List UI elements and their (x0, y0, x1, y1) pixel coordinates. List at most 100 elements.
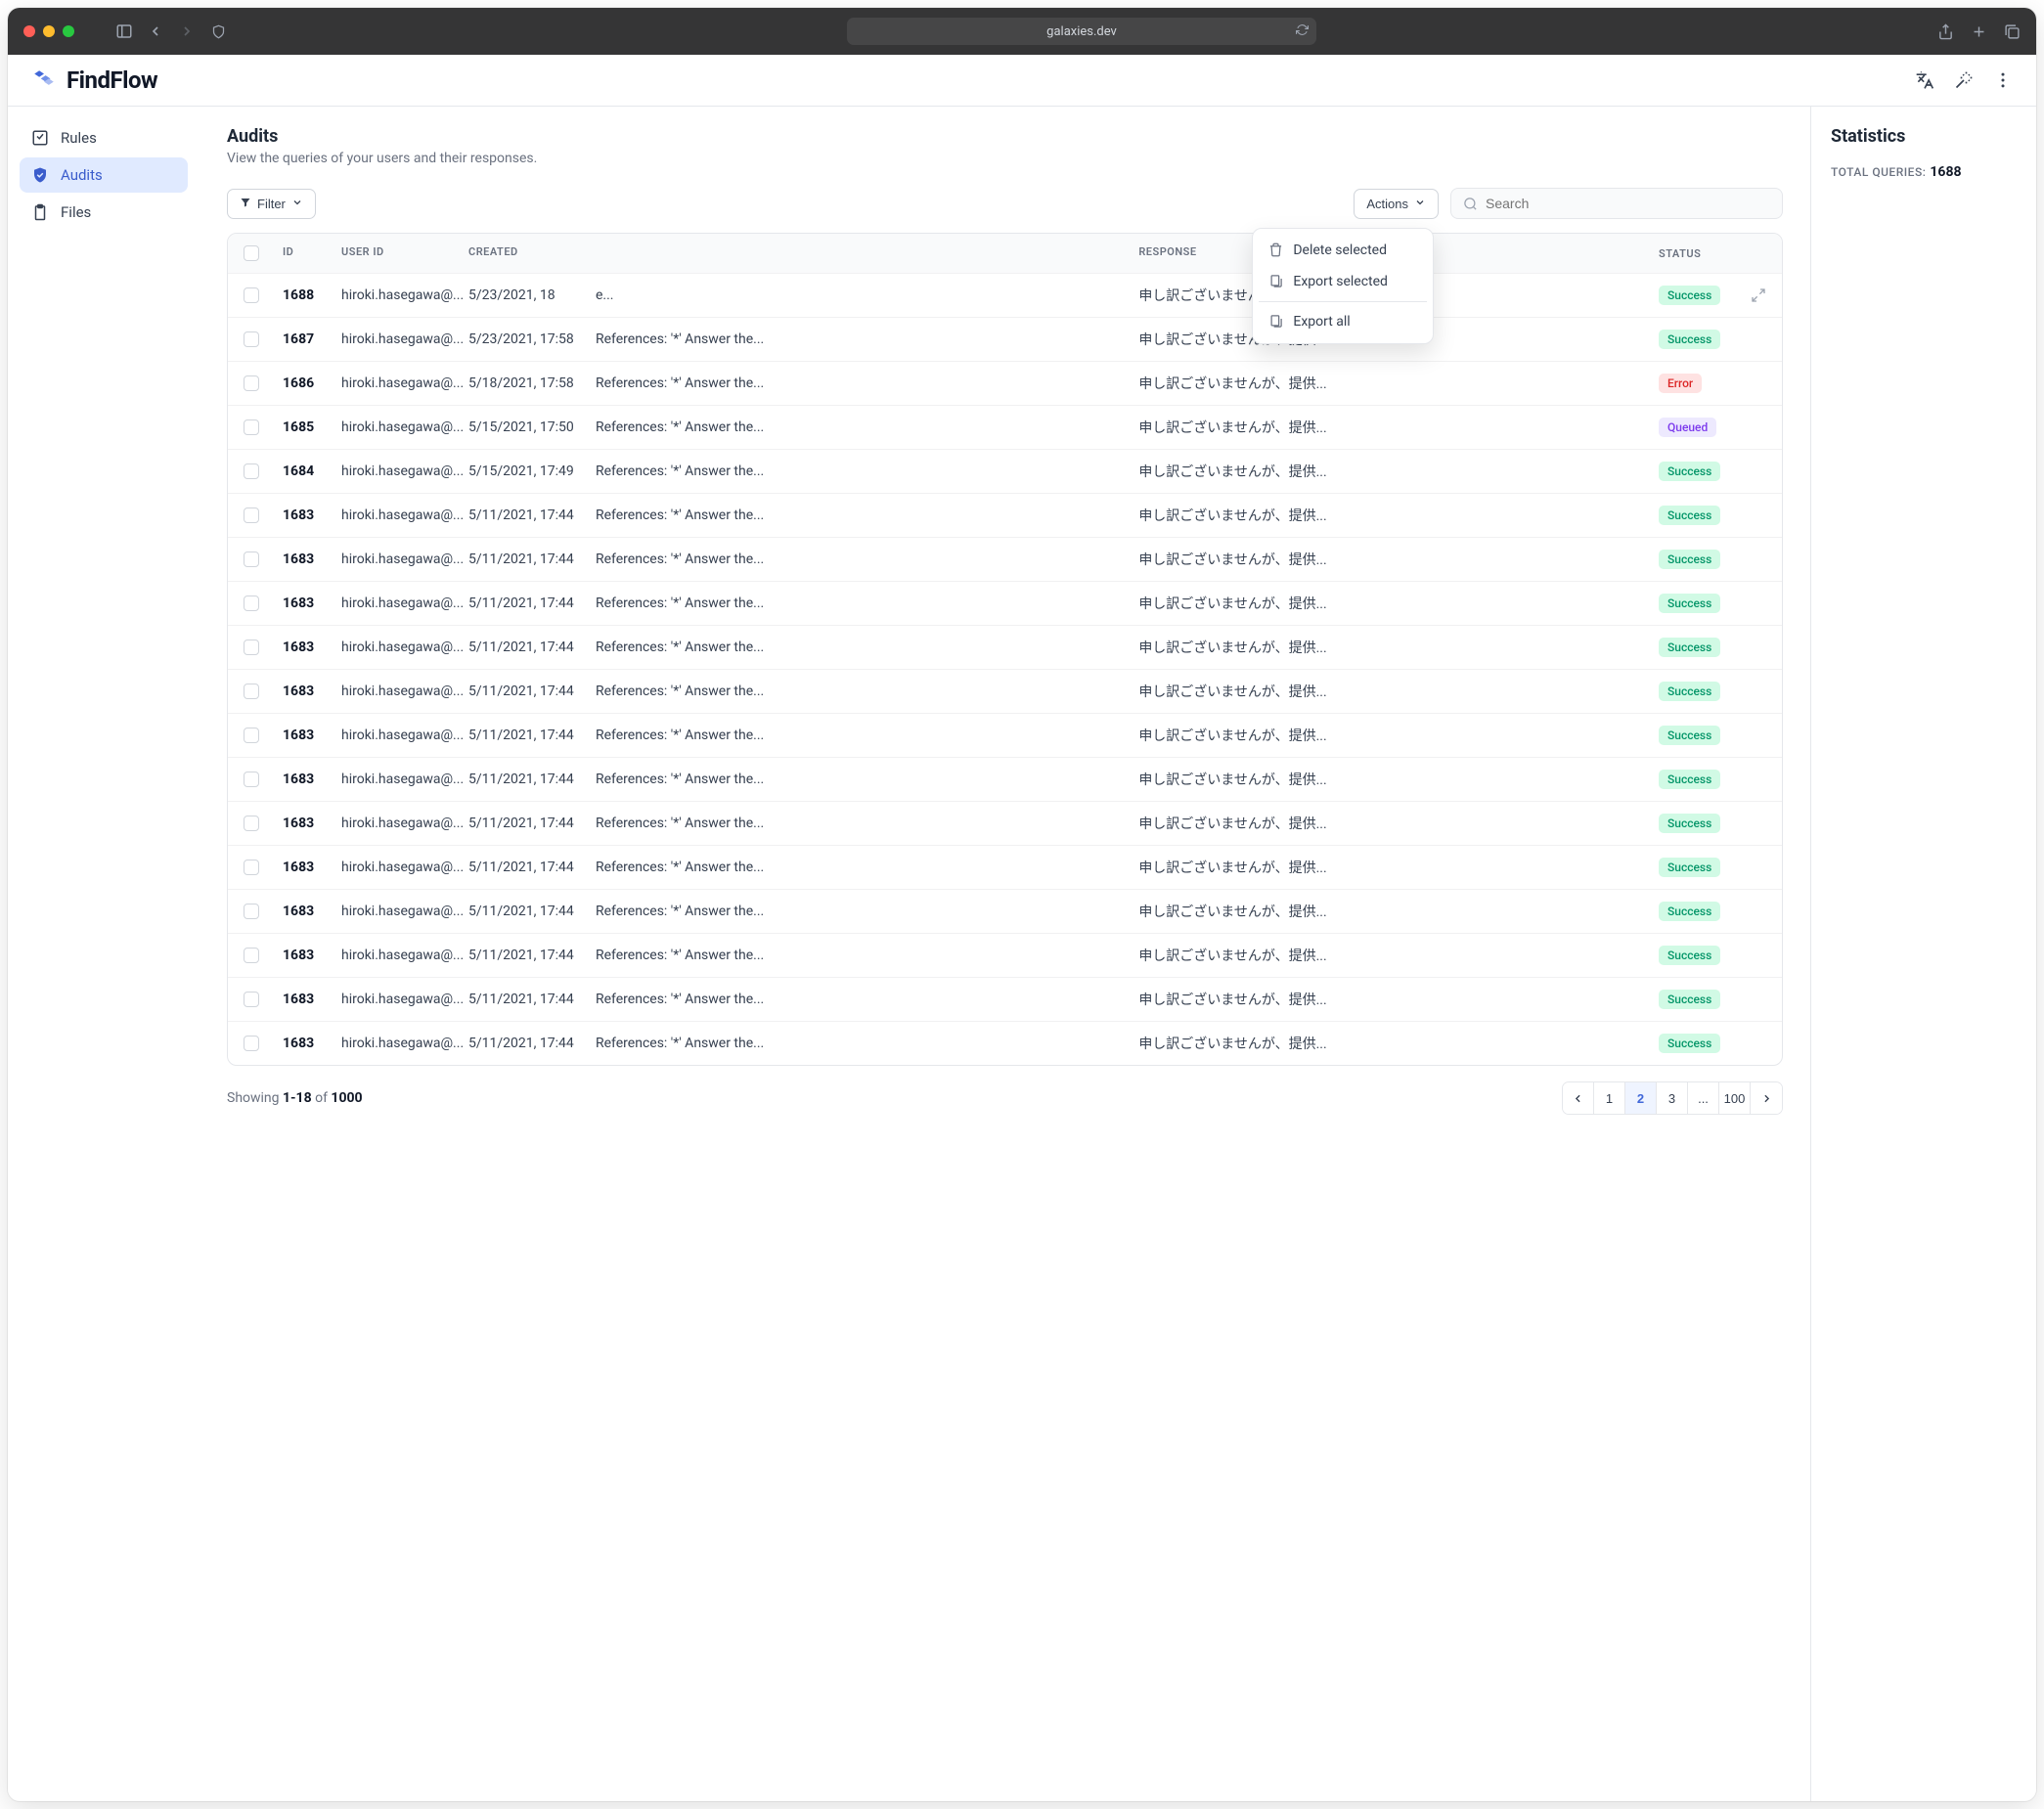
back-button[interactable] (147, 22, 164, 40)
search-input[interactable] (1486, 196, 1770, 211)
cell-id: 1688 (283, 287, 341, 303)
cell-prompt: References: '*' Answer the... (596, 596, 1138, 611)
cell-status: Queued (1659, 418, 1766, 437)
table-row[interactable]: 1683 hiroki.hasegawa@... 5/11/2021, 17:4… (228, 977, 1782, 1021)
column-header-prompt[interactable] (596, 245, 1138, 261)
table-row[interactable]: 1683 hiroki.hasegawa@... 5/11/2021, 17:4… (228, 1021, 1782, 1065)
status-badge: Queued (1659, 418, 1716, 437)
pagination-page-1[interactable]: 1 (1594, 1082, 1625, 1114)
row-checkbox[interactable] (244, 684, 259, 699)
export-icon (1268, 314, 1283, 329)
table-row[interactable]: 1683 hiroki.hasegawa@... 5/11/2021, 17:4… (228, 933, 1782, 977)
row-checkbox[interactable] (244, 640, 259, 655)
table-header: ID USER ID CREATED RESPONSE STATUS (228, 234, 1782, 273)
dropdown-item-export-selected[interactable]: Export selected (1259, 266, 1427, 297)
shield-privacy-icon[interactable] (209, 22, 227, 40)
table-row[interactable]: 1683 hiroki.hasegawa@... 5/11/2021, 17:4… (228, 669, 1782, 713)
table-row[interactable]: 1683 hiroki.hasegawa@... 5/11/2021, 17:4… (228, 713, 1782, 757)
more-vertical-icon[interactable] (1993, 70, 2013, 90)
row-checkbox[interactable] (244, 287, 259, 303)
cell-response: 申し訳ございませんが、提供... (1138, 1034, 1659, 1053)
close-window-button[interactable] (23, 25, 35, 37)
table-row[interactable]: 1688 hiroki.hasegawa@... 5/23/2021, 18 e… (228, 273, 1782, 317)
expand-icon[interactable] (1751, 287, 1766, 303)
row-checkbox[interactable] (244, 728, 259, 743)
pagination-page-3[interactable]: 3 (1657, 1082, 1688, 1114)
status-badge: Success (1659, 682, 1720, 701)
forward-button[interactable] (178, 22, 196, 40)
row-checkbox[interactable] (244, 596, 259, 611)
actions-button[interactable]: Actions (1354, 189, 1439, 219)
table-row[interactable]: 1683 hiroki.hasegawa@... 5/11/2021, 17:4… (228, 757, 1782, 801)
row-checkbox[interactable] (244, 904, 259, 919)
table-row[interactable]: 1684 hiroki.hasegawa@... 5/15/2021, 17:4… (228, 449, 1782, 493)
table-row[interactable]: 1685 hiroki.hasegawa@... 5/15/2021, 17:5… (228, 405, 1782, 449)
cell-created: 5/11/2021, 17:44 (468, 1036, 596, 1051)
row-checkbox[interactable] (244, 1036, 259, 1051)
search-box[interactable] (1450, 188, 1783, 219)
cell-created: 5/11/2021, 17:44 (468, 860, 596, 875)
dropdown-item-label: Export all (1293, 314, 1350, 330)
pagination-prev[interactable] (1563, 1082, 1594, 1114)
maximize-window-button[interactable] (63, 25, 74, 37)
cell-prompt: References: '*' Answer the... (596, 419, 1138, 435)
row-checkbox[interactable] (244, 375, 259, 391)
row-checkbox[interactable] (244, 419, 259, 435)
cell-status: Success (1659, 462, 1766, 481)
sidebar-item-audits[interactable]: Audits (20, 157, 188, 193)
refresh-icon[interactable] (1296, 23, 1309, 40)
dropdown-item-export-all[interactable]: Export all (1259, 306, 1427, 337)
sidebar-item-rules[interactable]: Rules (20, 120, 188, 155)
page-subtitle: View the queries of your users and their… (227, 151, 1783, 166)
status-badge: Success (1659, 594, 1720, 613)
table-row[interactable]: 1683 hiroki.hasegawa@... 5/11/2021, 17:4… (228, 581, 1782, 625)
cell-response: 申し訳ございませんが、提供... (1138, 902, 1659, 921)
filter-button[interactable]: Filter (227, 189, 316, 219)
column-header-status[interactable]: STATUS (1659, 245, 1766, 261)
cell-response: 申し訳ございませんが、提供... (1138, 506, 1659, 525)
sidebar-item-files[interactable]: Files (20, 195, 188, 230)
table-row[interactable]: 1687 hiroki.hasegawa@... 5/23/2021, 17:5… (228, 317, 1782, 361)
tabs-overview-icon[interactable] (2003, 22, 2021, 40)
minimize-window-button[interactable] (43, 25, 55, 37)
row-checkbox[interactable] (244, 992, 259, 1007)
column-header-id[interactable]: ID (283, 245, 341, 261)
pagination-page-...[interactable]: ... (1688, 1082, 1719, 1114)
row-checkbox[interactable] (244, 816, 259, 831)
cell-id: 1683 (283, 992, 341, 1007)
share-icon[interactable] (1936, 22, 1954, 40)
cell-response: 申し訳ございませんが、提供... (1138, 814, 1659, 833)
new-tab-icon[interactable] (1970, 22, 1987, 40)
magic-wand-icon[interactable] (1954, 70, 1974, 90)
cell-response: 申し訳ございませんが、提供... (1138, 638, 1659, 657)
translate-icon[interactable] (1915, 70, 1934, 90)
row-checkbox[interactable] (244, 331, 259, 347)
dropdown-item-delete-selected[interactable]: Delete selected (1259, 235, 1427, 266)
cell-created: 5/11/2021, 17:44 (468, 728, 596, 743)
row-checkbox[interactable] (244, 507, 259, 523)
row-checkbox[interactable] (244, 948, 259, 963)
column-header-user[interactable]: USER ID (341, 245, 468, 261)
row-checkbox[interactable] (244, 772, 259, 787)
select-all-checkbox[interactable] (244, 245, 259, 261)
column-header-created[interactable]: CREATED (468, 245, 596, 261)
cell-response: 申し訳ございませんが、提供... (1138, 462, 1659, 481)
table-row[interactable]: 1683 hiroki.hasegawa@... 5/11/2021, 17:4… (228, 625, 1782, 669)
table-row[interactable]: 1683 hiroki.hasegawa@... 5/11/2021, 17:4… (228, 801, 1782, 845)
pagination-page-2[interactable]: 2 (1625, 1082, 1657, 1114)
sidebar: RulesAuditsFiles (8, 107, 200, 1801)
row-checkbox[interactable] (244, 860, 259, 875)
pagination-next[interactable] (1751, 1082, 1782, 1114)
address-bar[interactable]: galaxies.dev (847, 18, 1316, 45)
row-checkbox[interactable] (244, 552, 259, 567)
row-checkbox[interactable] (244, 463, 259, 479)
table-row[interactable]: 1683 hiroki.hasegawa@... 5/11/2021, 17:4… (228, 845, 1782, 889)
table-row[interactable]: 1683 hiroki.hasegawa@... 5/11/2021, 17:4… (228, 537, 1782, 581)
logo[interactable]: FindFlow (31, 66, 157, 94)
table-row[interactable]: 1683 hiroki.hasegawa@... 5/11/2021, 17:4… (228, 889, 1782, 933)
sidebar-toggle-icon[interactable] (115, 22, 133, 40)
table-row[interactable]: 1686 hiroki.hasegawa@... 5/18/2021, 17:5… (228, 361, 1782, 405)
cell-user: hiroki.hasegawa@... (341, 507, 468, 523)
pagination-page-100[interactable]: 100 (1719, 1082, 1751, 1114)
table-row[interactable]: 1683 hiroki.hasegawa@... 5/11/2021, 17:4… (228, 493, 1782, 537)
